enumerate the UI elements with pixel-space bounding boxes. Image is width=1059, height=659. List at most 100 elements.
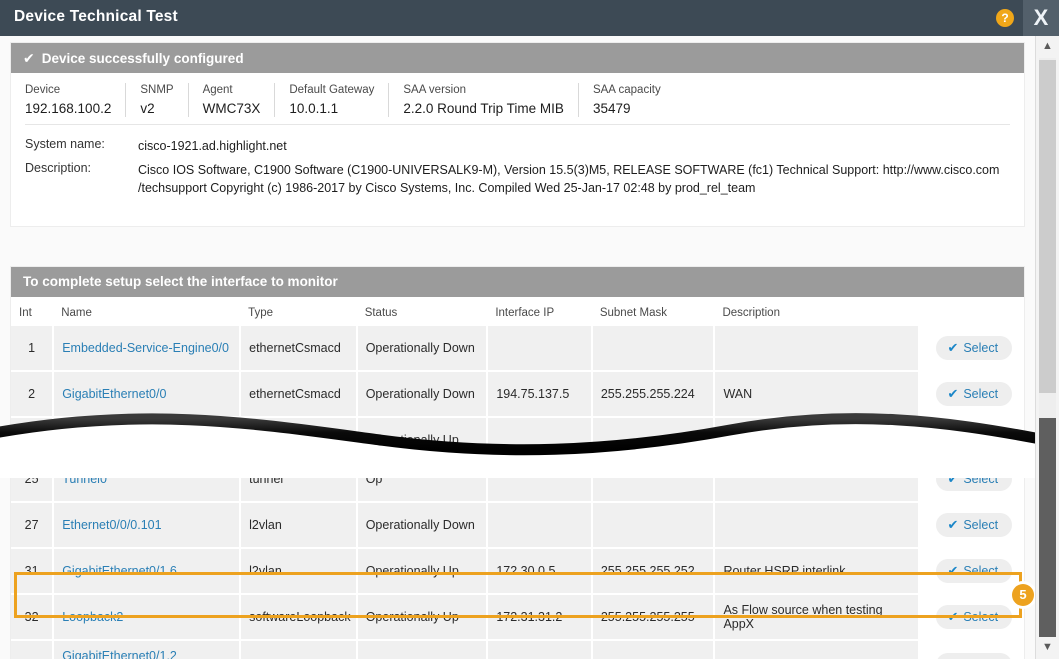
device-field-default-gateway: Default Gateway 10.0.1.1 [289, 83, 389, 117]
help-icon[interactable]: ? [996, 9, 1014, 27]
close-icon[interactable]: X [1023, 0, 1059, 36]
interface-name-link[interactable]: Tunnel0 [62, 472, 107, 486]
dialog-body: ✔Device successfully configured Device19… [0, 36, 1035, 659]
window-title: Device Technical Test [14, 8, 178, 26]
description-value-line2: /techsupport Copyright (c) 1986-2017 by … [138, 179, 999, 197]
cell-int: 31 [11, 548, 53, 594]
select-button[interactable]: ✔ Select [936, 467, 1012, 491]
system-name-value: cisco-1921.ad.highlight.net [138, 137, 287, 155]
cell-int: 1 [11, 326, 53, 371]
table-row[interactable]: 2GigabitEthernet0/0ethernetCsmacdOperati… [11, 371, 1024, 417]
column-header-status: Status [357, 297, 488, 326]
device-summary-panel: ✔Device successfully configured Device19… [10, 42, 1025, 227]
device-field-value: WMC73X [203, 99, 261, 118]
check-icon: ✔ [947, 471, 958, 486]
check-icon: ✔ [947, 386, 958, 401]
device-field-key: Agent [203, 83, 261, 97]
select-button[interactable]: ✔ Select [936, 559, 1012, 583]
cell-type: l2vlan [240, 640, 357, 659]
table-panel-header: To complete setup select the interface t… [11, 267, 1024, 297]
select-button[interactable]: ✔Select [936, 653, 1012, 659]
check-icon: ✔ [947, 563, 958, 578]
cell-description: WAN [714, 371, 919, 417]
cell-status: Operationally Down [357, 326, 488, 371]
title-bar: Device Technical Test ? X [0, 0, 1059, 36]
table-body-bottom: 25Tunnel0tunnelOp✔Select27Ethernet0/0/0.… [11, 457, 1024, 659]
vertical-scrollbar[interactable]: ▲ ▼ [1035, 36, 1059, 659]
system-name-line: System name: cisco-1921.ad.highlight.net [25, 137, 1010, 155]
interface-name-link[interactable]: GigabitEthernet0/1 [62, 433, 166, 447]
select-button-label: Select [963, 518, 998, 532]
select-button-label: Select [963, 387, 998, 401]
cell-type: tunnel [240, 457, 357, 502]
table-row[interactable]: 27Ethernet0/0/0.101l2vlanOperationally D… [11, 502, 1024, 548]
device-field-key: SAA version [403, 83, 564, 97]
cell-description [714, 457, 919, 502]
cell-name: GigabitEthernet0/0 [53, 371, 240, 417]
interface-name-link[interactable]: GigabitEthernet0/0 [62, 387, 166, 401]
cell-interface-ip [487, 326, 592, 371]
check-icon: ✔ [947, 609, 958, 624]
cell-int: 2 [11, 371, 53, 417]
cell-status: Operationally Up [357, 640, 488, 659]
cell-description: WAN [714, 640, 919, 659]
table-row[interactable]: 31GigabitEthernet0/1.6l2vlanOperationall… [11, 548, 1024, 594]
select-button[interactable]: ✔ Select [936, 513, 1012, 537]
cell-interface-ip [487, 502, 592, 548]
device-field-agent: Agent WMC73X [203, 83, 276, 117]
select-button[interactable]: ✔Select [936, 605, 1012, 629]
select-button-label: Select [963, 564, 998, 578]
cell-type: softwareLoopback [240, 594, 357, 640]
table-row[interactable]: 1 Embedded-Service-Engine0/0 ethernetCsmac… [11, 326, 1024, 371]
description-value: Cisco IOS Software, C1900 Software (C190… [138, 161, 999, 197]
table-row[interactable]: 32Loopback2softwareLoopbackOperationally… [11, 594, 1024, 640]
interface-table-panel: To complete setup select the interface t… [10, 266, 1025, 659]
scrollbar-thumb[interactable] [1039, 60, 1056, 393]
select-button-label: Select [963, 341, 998, 355]
device-field-value: 10.0.1.1 [289, 99, 374, 118]
column-header-subnet-mask: Subnet Mask [592, 297, 715, 326]
cell-subnet-mask [592, 326, 715, 371]
description-value-line1: Cisco IOS Software, C1900 Software (C190… [138, 161, 999, 179]
cell-subnet-mask: 255.255.255.252 [592, 548, 715, 594]
interface-name-link[interactable]: Ethernet0/0/0.101 [62, 518, 161, 532]
interface-name-link[interactable]: Embedded-Service-Engine0/0 [62, 341, 229, 355]
device-field-row: Device192.168.100.2SNMPv2AgentWMC73XDefa… [25, 73, 1010, 125]
summary-panel-header: ✔Device successfully configured [11, 43, 1024, 73]
table-row[interactable]: 25Tunnel0tunnelOp✔Select [11, 457, 1024, 502]
cell-name: Ethernet0/0/0.101 [53, 502, 240, 548]
check-icon: ✔ [947, 432, 958, 447]
device-field-key: SAA capacity [593, 83, 661, 97]
cell-type: ethernetCsmacd [240, 371, 357, 417]
cell-int: 33 [11, 640, 53, 659]
select-button[interactable]: ✔Select [936, 336, 1012, 360]
cell-action: ✔ Select [919, 371, 1024, 417]
device-field-snmp: SNMPv2 [140, 83, 188, 117]
scroll-up-arrow-icon[interactable]: ▲ [1036, 36, 1059, 58]
interface-name-link[interactable]: Loopback2 [62, 610, 123, 624]
table-row[interactable]: 33GigabitEthernet0/1.2NBARl2vlanOperatio… [11, 640, 1024, 659]
select-button-label: Select [963, 472, 998, 486]
scrollbar-thumb-secondary[interactable] [1039, 418, 1056, 651]
check-icon: ✔ [947, 517, 958, 532]
cell-action: ✔Select [919, 326, 1024, 371]
cell-status: Operationally Up [357, 594, 488, 640]
cell-subnet-mask: 255.255.255.240 [592, 640, 715, 659]
device-field-key: SNMP [140, 83, 173, 97]
cell-subnet-mask [592, 457, 715, 502]
column-header-action [919, 297, 1024, 326]
scroll-down-arrow-icon[interactable]: ▼ [1036, 637, 1059, 659]
cell-status: Op [357, 457, 488, 502]
interface-name-link[interactable]: GigabitEthernet0/1.6 [62, 564, 177, 578]
interface-name-link[interactable]: GigabitEthernet0/1.2 [62, 649, 177, 659]
device-field-value: 2.2.0 Round Trip Time MIB [403, 99, 564, 118]
device-field-key: Default Gateway [289, 83, 374, 97]
cell-type: l2vlan [240, 502, 357, 548]
select-button[interactable]: ✔Select [936, 428, 1012, 452]
cell-type: ethernetCsmacd [240, 326, 357, 371]
select-button[interactable]: ✔ Select [936, 382, 1012, 406]
cell-interface-ip: 172.30.0.5 [487, 548, 592, 594]
cell-name: Tunnel0 [53, 457, 240, 502]
device-field-key: Device [25, 83, 111, 97]
cell-description [714, 502, 919, 548]
